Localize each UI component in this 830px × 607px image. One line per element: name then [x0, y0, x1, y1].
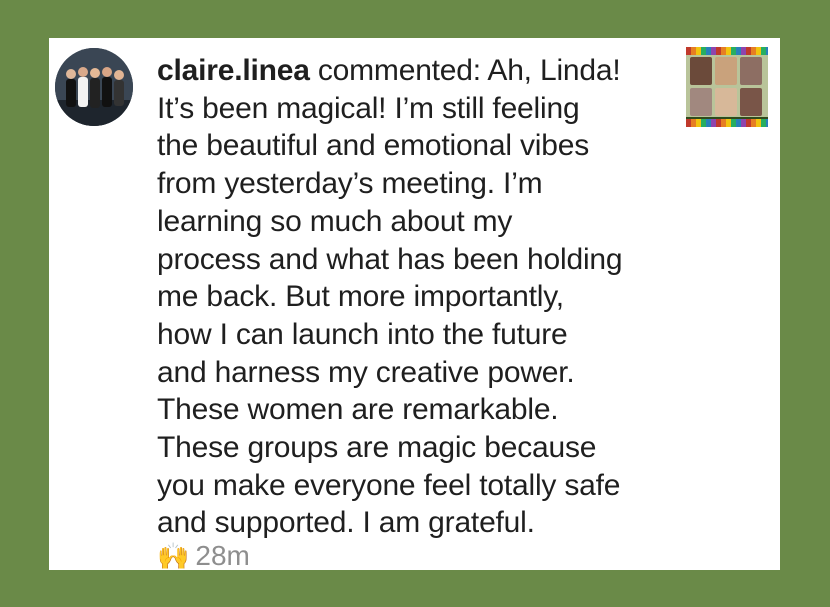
comment-line: These groups are magic because — [157, 431, 597, 465]
comment-line: how I can launch into the future — [157, 317, 568, 351]
comment-line: you make everyone feel totally safe — [157, 468, 621, 502]
thumbnail-face — [690, 57, 712, 85]
thumbnail-top-stripe — [686, 47, 768, 55]
comment-line: claire.linea commented: Ah, Linda! — [157, 52, 677, 90]
comment-line: These women are remarkable. — [157, 393, 559, 427]
comment-line: and supported. I am grateful. — [157, 506, 535, 540]
comment-line: It’s been magical! I’m still feeling — [157, 91, 580, 125]
comment-meta: 🙌 28m — [157, 538, 250, 570]
thumbnail-face — [715, 88, 737, 116]
comment-line: the beautiful and emotional vibes — [157, 129, 590, 163]
raising-hands-icon: 🙌 — [157, 541, 190, 570]
comment-text: claire.linea commented: Ah, Linda! It’s … — [157, 52, 677, 542]
thumbnail-photo-grid — [690, 57, 764, 116]
thumbnail-face — [740, 88, 762, 116]
thumbnail-face — [690, 88, 712, 116]
thumbnail-face — [715, 57, 737, 85]
post-thumbnail[interactable] — [686, 47, 768, 127]
comment-card: claire.linea commented: Ah, Linda! It’s … — [49, 38, 780, 570]
user-avatar[interactable] — [55, 48, 133, 126]
comment-line: process and what has been holding — [157, 242, 623, 276]
username-link[interactable]: claire.linea — [157, 54, 310, 87]
comment-line: me back. But more importantly, — [157, 280, 564, 314]
comment-line: from yesterday’s meeting. I’m — [157, 167, 543, 201]
comment-text-fragment: commented: Ah, Linda! — [309, 54, 621, 87]
comment-line: and harness my creative power. — [157, 355, 575, 389]
thumbnail-bottom-stripe — [686, 119, 768, 127]
comment-timestamp: 28m — [195, 540, 250, 570]
profile-photo-icon — [55, 48, 133, 126]
comment-line: learning so much about my — [157, 204, 513, 238]
thumbnail-face — [740, 57, 762, 85]
